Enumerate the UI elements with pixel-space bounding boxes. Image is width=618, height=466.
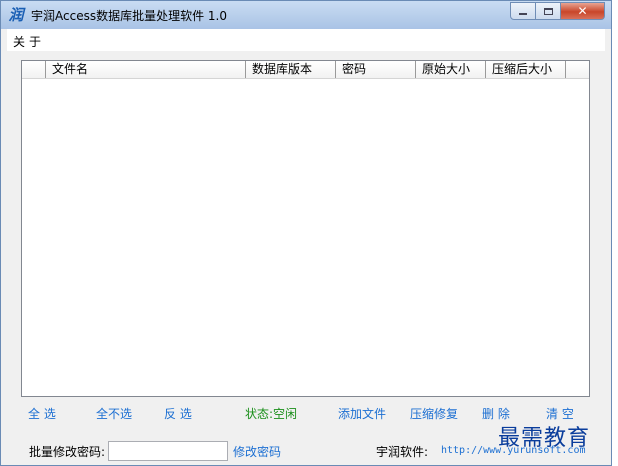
add-file-link[interactable]: 添加文件 [338, 405, 386, 422]
batch-password-input[interactable] [108, 441, 228, 461]
select-all-link[interactable]: 全 选 [28, 405, 56, 422]
minimize-icon [519, 13, 527, 15]
maximize-button[interactable] [536, 2, 561, 20]
list-body[interactable] [22, 79, 589, 396]
compact-repair-link[interactable]: 压缩修复 [410, 405, 458, 422]
title-bar[interactable]: 润 宇润Access数据库批量处理软件 1.0 ✕ [1, 1, 611, 29]
list-header: 文件名 数据库版本 密码 原始大小 压缩后大小 [22, 61, 589, 79]
close-button[interactable]: ✕ [561, 2, 605, 20]
watermark-logo: 最需教育 [498, 426, 591, 451]
column-header-checkbox[interactable] [22, 61, 46, 78]
app-window: 润 宇润Access数据库批量处理软件 1.0 ✕ 关于 文件名 数据库版本 密… [0, 0, 612, 466]
invert-selection-link[interactable]: 反 选 [164, 405, 192, 422]
status-text: 状态:空闲 [245, 407, 298, 421]
window-title: 宇润Access数据库批量处理软件 1.0 [31, 9, 227, 23]
file-list[interactable]: 文件名 数据库版本 密码 原始大小 压缩后大小 [21, 60, 590, 397]
maximize-icon [543, 7, 553, 15]
close-icon: ✕ [577, 4, 588, 18]
batch-password-label: 批量修改密码: [29, 445, 106, 459]
company-label: 宇润软件: [376, 445, 429, 459]
column-header-compressed-size[interactable]: 压缩后大小 [486, 61, 566, 78]
app-icon: 润 [8, 6, 24, 24]
caption-buttons: ✕ [510, 2, 605, 20]
column-header-password[interactable]: 密码 [336, 61, 416, 78]
minimize-button[interactable] [510, 2, 536, 20]
menu-bar: 关于 [7, 29, 605, 51]
column-header-filename[interactable]: 文件名 [46, 61, 246, 78]
menu-about[interactable]: 关于 [13, 33, 45, 50]
column-header-db-version[interactable]: 数据库版本 [246, 61, 336, 78]
change-password-link[interactable]: 修改密码 [233, 443, 281, 460]
select-none-link[interactable]: 全不选 [96, 405, 132, 422]
column-header-original-size[interactable]: 原始大小 [416, 61, 486, 78]
